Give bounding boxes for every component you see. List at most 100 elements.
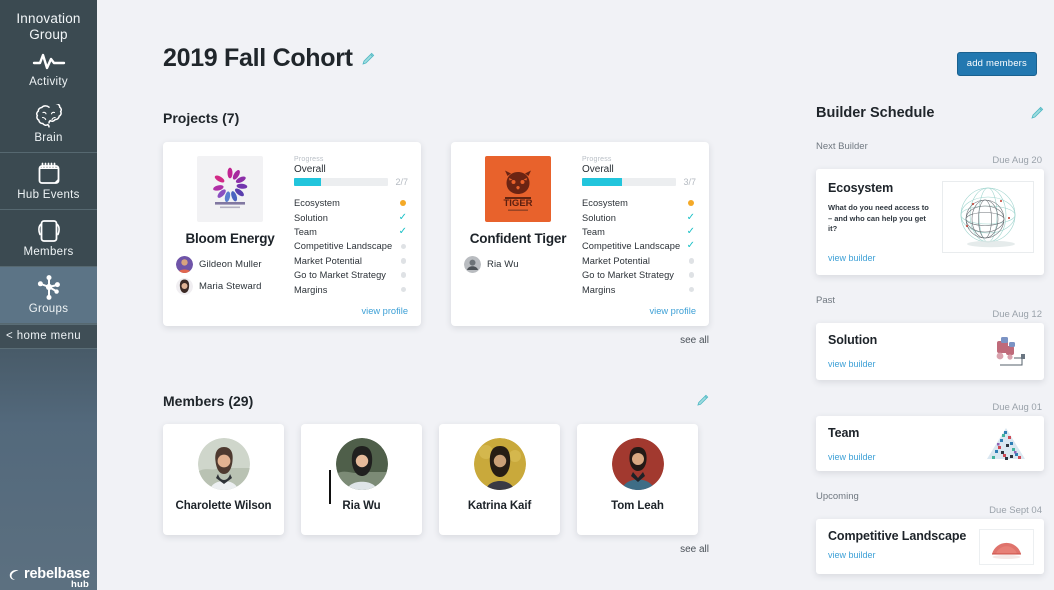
builder-due-date: Due Sept 04: [989, 504, 1042, 516]
pencil-icon[interactable]: [361, 52, 375, 66]
milestone-row: Go to Market Strategy: [294, 268, 408, 282]
calendar-icon: [2, 160, 95, 188]
milestone-label: Go to Market Strategy: [294, 270, 386, 281]
builder-card-title: Competitive Landscape: [828, 528, 967, 543]
project-card[interactable]: Bloom Energy Gildeon Muller Maria Stewar…: [163, 142, 421, 326]
view-profile-link[interactable]: view profile: [294, 306, 408, 316]
milestone-row: Solution ✓: [582, 210, 696, 224]
check-icon: ✓: [686, 240, 695, 252]
builder-card[interactable]: Ecosystem What do you need access to – a…: [816, 169, 1044, 275]
builder-card-title: Ecosystem: [828, 181, 894, 195]
check-icon: ✓: [686, 225, 695, 237]
member-card[interactable]: Tom Leah: [577, 423, 698, 535]
progress-overall-label: Overall: [294, 164, 326, 175]
builder-group-label: Next Builder: [816, 141, 868, 152]
project-name: Confident Tiger: [469, 231, 567, 246]
pencil-icon[interactable]: [1030, 106, 1044, 120]
sidebar-item-label-hub-events: Hub Events: [17, 189, 80, 201]
sidebar-item-label-brain: Brain: [34, 132, 63, 144]
wireframe-sphere-thumbnail: [942, 181, 1034, 253]
sidebar-item-hub-events[interactable]: Hub Events: [0, 153, 97, 210]
builder-due-date: Due Aug 20: [992, 155, 1042, 166]
milestone-row: Team ✓: [294, 225, 408, 239]
builder-card[interactable]: Competitive Landscape view builder: [816, 518, 1044, 574]
progress-bar-row: 3/7: [582, 177, 696, 187]
sidebar: Innovation Group Activity Brain Hub Even…: [0, 0, 97, 590]
sidebar-item-activity[interactable]: Innovation Group Activity: [0, 0, 97, 96]
project-member: Maria Steward: [176, 278, 284, 295]
milestone-current-dot-icon: [688, 200, 694, 207]
member-card[interactable]: Katrina Kaif: [439, 423, 560, 535]
check-icon: ✓: [398, 211, 407, 223]
project-member: Ria Wu: [464, 256, 572, 273]
member-name: Katrina Kaif: [467, 499, 532, 512]
project-member: Gildeon Muller: [176, 256, 284, 273]
avatar: [611, 437, 664, 490]
milestone-label: Market Potential: [582, 255, 650, 266]
progress-bar-row: 2/7: [294, 177, 408, 187]
builder-card-left: Ecosystem What do you need access to – a…: [828, 181, 934, 263]
brain-icon: [2, 103, 95, 131]
sidebar-item-label-activity: Activity: [29, 76, 68, 88]
builder-group-label: Past: [816, 294, 836, 306]
milestone-todo-dot-icon: [688, 286, 694, 293]
check-icon: ✓: [686, 211, 695, 223]
project-card[interactable]: TIGER Confident Tiger Ria Wu Progress Ov…: [451, 142, 709, 326]
member-name: Ria Wu: [342, 499, 381, 512]
sidebar-home-menu-link[interactable]: < home menu: [0, 324, 97, 349]
activity-pulse-icon: [2, 47, 95, 75]
check-icon: ✓: [398, 225, 407, 237]
view-builder-link[interactable]: view builder: [828, 550, 971, 560]
view-builder-link[interactable]: view builder: [828, 452, 971, 462]
member-name: Tom Leah: [611, 499, 664, 512]
sidebar-item-label-groups: Groups: [28, 303, 69, 315]
view-builder-link[interactable]: view builder: [828, 253, 934, 263]
progress-count: 3/7: [683, 177, 696, 187]
builder-card-title: Team: [828, 425, 860, 440]
milestone-row: Go to Market Strategy: [582, 268, 696, 282]
member-card[interactable]: Charolette Wilson: [163, 423, 284, 535]
milestone-label: Competitive Landscape: [294, 241, 393, 252]
progress-count: 2/7: [395, 177, 408, 187]
milestone-label: Market Potential: [294, 255, 362, 266]
milestone-row: Competitive Landscape ✓: [582, 239, 696, 253]
milestone-todo-dot-icon: [688, 272, 694, 278]
sidebar-group-title: Innovation Group: [16, 11, 81, 42]
sidebar-item-brain[interactable]: Brain: [0, 96, 97, 153]
members-section-header: Members (29): [163, 393, 709, 409]
milestone-label: Margins: [582, 284, 616, 295]
builder-card[interactable]: Solution view builder: [816, 322, 1044, 380]
milestone-list: Ecosystem Solution ✓ Team ✓ Competitive Lands…: [294, 196, 408, 297]
builder-card[interactable]: Team view builder: [816, 415, 1044, 471]
view-builder-link[interactable]: view builder: [828, 359, 980, 369]
sidebar-item-groups[interactable]: Groups: [0, 267, 97, 324]
projects-see-all-link[interactable]: see all: [163, 335, 709, 346]
pencil-icon[interactable]: [696, 394, 709, 407]
member-card[interactable]: Ria Wu: [301, 423, 422, 535]
rebelbase-logo: rebelbase hub: [0, 567, 97, 590]
cards-icon: [2, 217, 95, 245]
avatar: [176, 256, 193, 273]
projects-section-title: Projects (7): [163, 110, 240, 126]
svg-text:TIGER: TIGER: [503, 198, 532, 209]
progress-caption: Progress: [582, 156, 612, 163]
project-member-name: Gildeon Muller: [199, 259, 262, 270]
view-profile-link[interactable]: view profile: [582, 306, 696, 316]
members-section-title: Members (29): [163, 392, 254, 409]
milestone-row: Margins: [294, 282, 408, 296]
progress-overall-label: Overall: [582, 164, 614, 175]
member-name: Charolette Wilson: [175, 499, 272, 512]
confident-tiger-logo: TIGER: [485, 156, 551, 222]
rebelbase-sub: hub: [70, 579, 89, 590]
milestone-row: Solution ✓: [294, 210, 408, 224]
sidebar-item-members[interactable]: Members: [0, 210, 97, 267]
milestone-label: Margins: [294, 284, 328, 295]
builder-card-title: Solution: [828, 332, 878, 347]
milestone-label: Ecosystem: [582, 198, 628, 209]
builder-due-date: Due Aug 01: [992, 401, 1042, 413]
avatar: [335, 437, 388, 490]
members-card-row: Charolette Wilson Ria Wu Katrina Kaif To…: [163, 423, 783, 535]
project-member-name: Ria Wu: [487, 259, 519, 270]
milestone-label: Solution: [582, 212, 616, 223]
members-see-all-link[interactable]: see all: [163, 544, 709, 555]
